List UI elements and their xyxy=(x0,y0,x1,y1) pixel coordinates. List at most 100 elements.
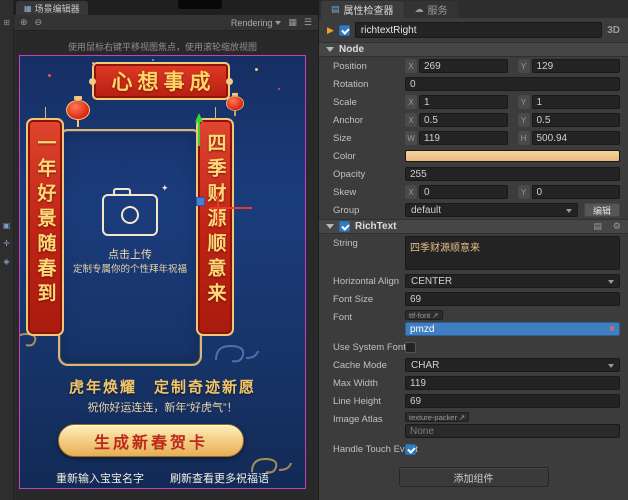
layers-list-icon[interactable]: ☰ xyxy=(304,17,312,28)
skew-x-input[interactable] xyxy=(419,185,508,199)
editor-window: ⊞ ▣ ✛ ◈ ▦ 场景编辑器 ⊕ ⊖ Rendering ▦ ☰ xyxy=(0,0,628,500)
handle-touch-event-label: Handle Touch Event xyxy=(333,444,405,455)
confetti-dot xyxy=(48,74,51,77)
font-size-label: Font Size xyxy=(333,294,405,305)
position-y-input[interactable] xyxy=(532,59,621,73)
group-label: Group xyxy=(333,205,405,216)
rail-tool-group: ▣ ✛ ◈ xyxy=(3,219,11,268)
max-width-row: Max Width xyxy=(333,376,620,390)
y-prefix: Y xyxy=(518,113,530,127)
node-section-header[interactable]: Node xyxy=(319,42,628,57)
external-link-icon[interactable]: ↗ xyxy=(459,413,465,422)
richtext-section-header[interactable]: RichText ▤ ⚙ xyxy=(319,219,628,234)
component-menu-icon[interactable]: ▤ xyxy=(593,221,602,232)
color-label: Color xyxy=(333,151,405,162)
services-tab-icon: ☁ xyxy=(415,4,424,15)
opacity-input[interactable] xyxy=(405,167,620,181)
rect-tool-icon[interactable]: ▣ xyxy=(3,219,11,232)
collapse-arrow-icon xyxy=(326,47,334,56)
zoom-in-icon[interactable]: ⊕ xyxy=(20,17,28,28)
max-width-input[interactable] xyxy=(405,376,620,390)
size-row: Size W H xyxy=(333,131,620,145)
refresh-blessing-link[interactable]: 刷新查看更多祝福语 xyxy=(170,470,269,486)
image-atlas-label: Image Atlas xyxy=(333,414,405,425)
font-row: Font ttf-font ↗ pmzd × xyxy=(333,310,620,336)
confetti-dot xyxy=(255,68,258,71)
move-tool-icon[interactable]: ✛ xyxy=(3,237,10,250)
richtext-enabled-checkbox[interactable] xyxy=(339,221,350,232)
line-height-row: Line Height xyxy=(333,394,620,408)
horizontal-align-select[interactable]: CENTER xyxy=(405,274,620,288)
scale-y-input[interactable] xyxy=(532,95,621,109)
gear-icon[interactable]: ⚙ xyxy=(613,221,621,232)
tab-services[interactable]: ☁ 服务 xyxy=(405,1,458,18)
zoom-out-icon[interactable]: ⊖ xyxy=(35,17,43,28)
image-atlas-field[interactable]: None xyxy=(405,424,620,438)
line-height-input[interactable] xyxy=(405,394,620,408)
properties-tab-icon: ▤ xyxy=(331,4,340,15)
y-prefix: Y xyxy=(518,185,530,199)
topbar-button[interactable] xyxy=(178,0,222,9)
anchor-y-input[interactable] xyxy=(532,113,621,127)
gizmo-y-axis-arrow[interactable] xyxy=(198,118,200,146)
rotation-row: Rotation xyxy=(333,77,620,91)
reenter-name-link[interactable]: 重新输入宝宝名字 xyxy=(56,470,144,486)
mode-3d-label[interactable]: 3D xyxy=(607,25,620,36)
position-x-input[interactable] xyxy=(419,59,508,73)
skew-y-input[interactable] xyxy=(532,185,621,199)
camera-upload-icon[interactable] xyxy=(102,194,158,236)
handle-touch-event-row: Handle Touch Event xyxy=(333,442,620,456)
rotation-input[interactable] xyxy=(405,77,620,91)
x-prefix: X xyxy=(405,185,417,199)
scale-label: Scale xyxy=(333,97,405,108)
color-field[interactable] xyxy=(405,150,620,162)
generate-card-button[interactable]: 生成新春贺卡 xyxy=(58,424,244,457)
upload-caption-line2: 定制专属你的个性拜年祝福 xyxy=(48,261,212,275)
external-link-icon[interactable]: ↗ xyxy=(432,311,438,320)
tab-scene-editor[interactable]: ▦ 场景编辑器 xyxy=(16,1,88,15)
clear-icon[interactable]: × xyxy=(609,324,615,335)
scale-x-input[interactable] xyxy=(419,95,508,109)
group-edit-button[interactable]: 编辑 xyxy=(584,203,620,217)
group-select[interactable]: default xyxy=(405,203,578,217)
lantern-icon xyxy=(66,96,90,127)
size-w-input[interactable] xyxy=(419,131,508,145)
font-size-input[interactable] xyxy=(405,292,620,306)
scene-tab-icon: ▦ xyxy=(24,4,32,13)
x-prefix: X xyxy=(405,59,417,73)
x-prefix: X xyxy=(405,95,417,109)
horizontal-align-row: Horizontal Align CENTER xyxy=(333,274,620,288)
anchor-x-input[interactable] xyxy=(419,113,508,127)
grid-tool-icon[interactable]: ⊞ xyxy=(3,16,10,29)
stats-grid-icon[interactable]: ▦ xyxy=(288,17,297,28)
newyear-card[interactable]: 心想事成 ✦ 点击上传 定制专属你的个性拜年祝福 一年好景随春到 四季财源顺意来 xyxy=(20,56,305,488)
handle-touch-event-checkbox[interactable] xyxy=(405,444,416,455)
rendering-label: Rendering xyxy=(231,18,273,28)
scene-hint-text: 使用鼠标右键平移视图焦点，使用滚轮缩放视图 xyxy=(20,40,305,53)
node-active-checkbox[interactable] xyxy=(339,25,350,36)
cache-mode-row: Cache Mode CHAR xyxy=(333,358,620,372)
y-prefix: Y xyxy=(518,95,530,109)
string-textarea[interactable]: 四季财源顺意来 xyxy=(405,236,620,270)
scene-canvas[interactable]: 使用鼠标右键平移视图焦点，使用滚轮缩放视图 心想事成 xyxy=(14,31,318,500)
upload-caption-line1: 点击上传 xyxy=(58,246,202,262)
tab-property-inspector[interactable]: ▤ 属性检查器 xyxy=(321,1,404,18)
node-name-input[interactable] xyxy=(355,22,602,38)
add-component-button[interactable]: 添加组件 xyxy=(399,467,549,487)
gizmo-node-handle[interactable] xyxy=(196,197,205,206)
anchor-tool-icon[interactable]: ◈ xyxy=(3,255,9,268)
w-prefix: W xyxy=(405,131,417,145)
cache-mode-select[interactable]: CHAR xyxy=(405,358,620,372)
rendering-dropdown[interactable]: Rendering xyxy=(231,18,282,28)
use-system-font-checkbox[interactable] xyxy=(405,342,416,353)
string-label: String xyxy=(333,238,405,249)
right-couplet-scroll[interactable]: 四季财源顺意来 xyxy=(196,118,234,336)
y-prefix: Y xyxy=(518,59,530,73)
card-subtitle: 祝你好运连连，新年“好虎气”！ xyxy=(20,399,305,415)
sparkle-icon: ✦ xyxy=(161,183,169,194)
node-header: ▶ 3D xyxy=(319,18,628,42)
size-h-input[interactable] xyxy=(532,131,621,145)
gizmo-anchor-hline xyxy=(210,207,252,209)
font-asset-field[interactable]: pmzd × xyxy=(405,322,620,336)
texture-packer-chip: texture-packer ↗ xyxy=(405,412,469,422)
